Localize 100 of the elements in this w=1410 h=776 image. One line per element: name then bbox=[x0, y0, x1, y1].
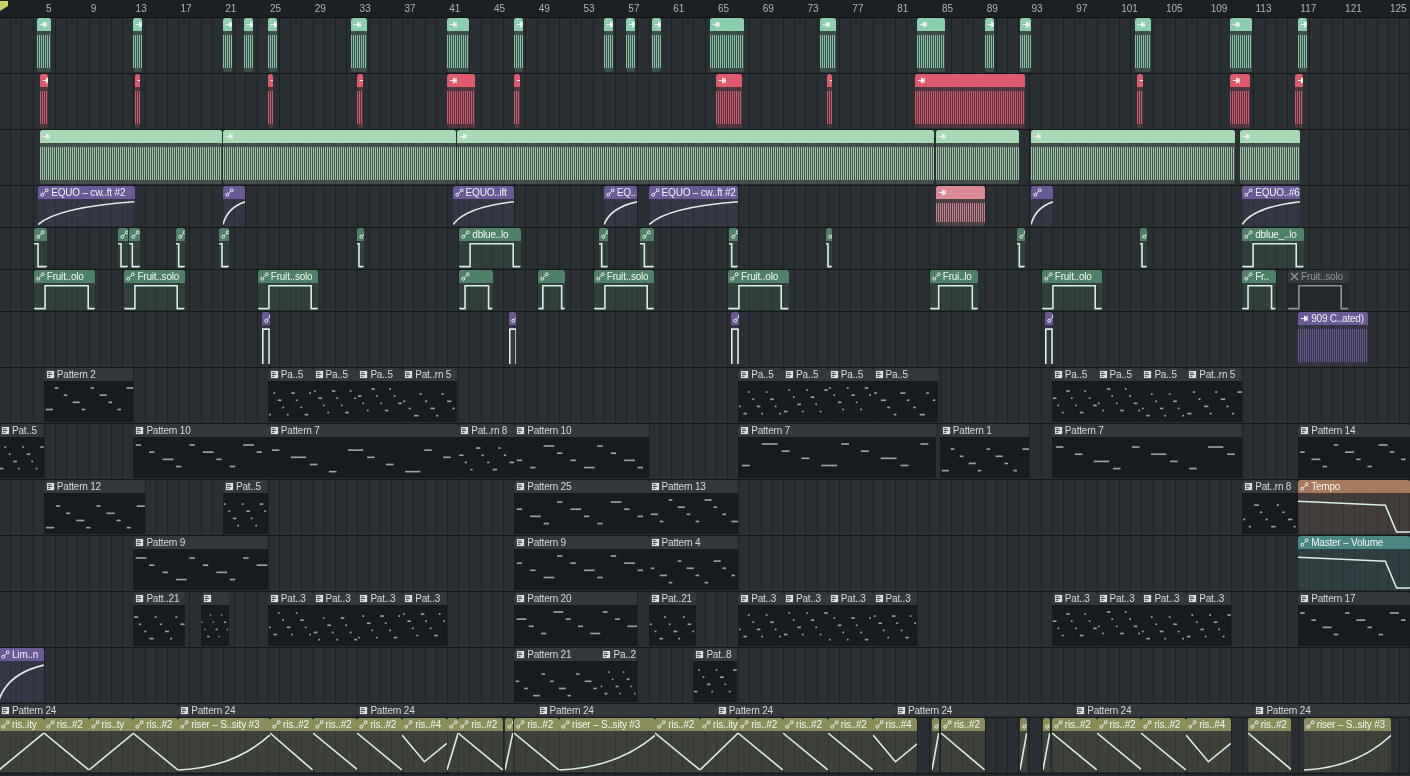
pattern-clip[interactable]: Pattern 25 bbox=[514, 480, 649, 534]
pattern-clip[interactable]: Pattern 4 bbox=[648, 536, 739, 590]
automation-clip[interactable]: Fruit..solo bbox=[593, 270, 655, 310]
pattern-clip[interactable]: Pattern 14 bbox=[1298, 424, 1410, 478]
clip-title: Pattern 9 bbox=[146, 536, 186, 549]
timeline-ruler[interactable]: 5 9 13 17 21 25 29 33 37 41 45 49 53 57 61 65 69 73 77 81 85 89 93 97 101 105 109 113 117 121 125 bbox=[0, 0, 1410, 18]
automation-clip[interactable]: Master – Volume bbox=[1298, 536, 1410, 590]
pattern-clip[interactable]: Pa..5 bbox=[872, 368, 938, 422]
pattern-clip[interactable]: Pat..3 bbox=[402, 592, 447, 646]
pattern-clip[interactable]: Pattern 24 bbox=[1074, 704, 1254, 716]
clip-title: Patt..21 bbox=[146, 592, 180, 605]
clip-title: riser – S..sity #3 bbox=[191, 718, 260, 731]
clip-title: Pa..5 bbox=[1154, 368, 1177, 381]
pattern-clip[interactable]: Pattern 24 bbox=[0, 704, 179, 716]
automation-clip[interactable]: Frui..lo bbox=[929, 270, 978, 310]
automation-clip[interactable]: EQ.. bbox=[603, 186, 638, 226]
clip-title: ris..#2 bbox=[1154, 718, 1181, 731]
pattern-clip[interactable]: Pat..5 bbox=[223, 480, 268, 534]
pattern-clip[interactable]: Pattern 24 bbox=[536, 704, 716, 716]
automation-clip[interactable]: Fr.. bbox=[1242, 270, 1276, 310]
pattern-clip[interactable]: Pat..8 bbox=[693, 648, 738, 702]
bar-number: 5 bbox=[45, 3, 53, 14]
clip-title: Pattern 24 bbox=[1266, 704, 1311, 716]
bar-number: 29 bbox=[313, 3, 327, 14]
automation-clip[interactable]: Fruit..olo bbox=[33, 270, 96, 310]
clip-title: EQUO – cw..ft #2 bbox=[51, 186, 126, 199]
pattern-clip[interactable]: Pattern 17 bbox=[1298, 592, 1410, 646]
pattern-clip[interactable]: Pa..5 bbox=[738, 368, 783, 422]
clip-title: ris..ity bbox=[713, 718, 738, 731]
pattern-clip[interactable]: Pattern 7 bbox=[267, 424, 459, 478]
automation-clip[interactable]: Fruit..solo bbox=[1288, 270, 1349, 310]
pattern-clip[interactable]: Pattern 24 bbox=[715, 704, 895, 716]
pattern-clip[interactable]: Pattern 20 bbox=[514, 592, 638, 646]
pattern-clip[interactable]: Pat..3 bbox=[827, 592, 873, 646]
clip-title: Pat..3 bbox=[751, 592, 777, 605]
pattern-clip[interactable]: Pat..rn 5 bbox=[1186, 368, 1243, 422]
automation-clip[interactable]: Fruit..solo bbox=[257, 270, 319, 310]
pattern-clip[interactable]: Pattern 2 bbox=[43, 368, 134, 422]
pattern-clip[interactable]: Pa..5 bbox=[312, 368, 358, 422]
pattern-clip[interactable]: Pat..3 bbox=[783, 592, 828, 646]
pattern-clip[interactable]: Patt..21 bbox=[133, 592, 185, 646]
clip-title: Fruit..olo bbox=[1054, 270, 1092, 283]
pattern-clip[interactable]: Pat..rn 5 bbox=[402, 368, 458, 422]
automation-clip[interactable]: dblue_..lo bbox=[1242, 228, 1304, 268]
pattern-clip[interactable]: Pat..21 bbox=[648, 592, 696, 646]
automation-clip[interactable]: Tempo bbox=[1298, 480, 1410, 534]
pattern-clip[interactable]: Pa..5 bbox=[1096, 368, 1142, 422]
pattern-clip[interactable]: Pattern 10 bbox=[514, 424, 649, 478]
pattern-clip[interactable]: Pa..5 bbox=[1141, 368, 1187, 422]
pattern-clip[interactable]: Pat..5 bbox=[0, 424, 44, 478]
clip-title: Pat..rn 5 bbox=[1199, 368, 1236, 381]
automation-clip[interactable]: Fruit..olo bbox=[1041, 270, 1103, 310]
clip-title: Pattern 24 bbox=[549, 704, 594, 716]
pattern-clip[interactable]: Pattern 24 bbox=[357, 704, 537, 716]
pattern-clip[interactable]: Pattern 24 bbox=[895, 704, 1075, 716]
clip-title: Pattern 10 bbox=[146, 424, 191, 437]
clip-title: ris..#2 bbox=[953, 718, 980, 731]
pattern-clip[interactable]: Pat..3 bbox=[1051, 592, 1097, 646]
pattern-clip[interactable]: Pat..rn 8 bbox=[458, 424, 515, 478]
pattern-clip[interactable]: Pat..rn 8 bbox=[1242, 480, 1299, 534]
clip-title: Pattern 17 bbox=[1311, 592, 1356, 605]
pattern-clip[interactable]: Pattern 13 bbox=[648, 480, 739, 534]
pattern-clip[interactable]: Pattern 9 bbox=[133, 536, 268, 590]
pattern-clip[interactable]: Pat..3 bbox=[1096, 592, 1142, 646]
pattern-clip[interactable]: Pa..5 bbox=[1051, 368, 1097, 422]
pattern-clip[interactable]: Pattern 9 bbox=[514, 536, 649, 590]
pattern-clip[interactable]: Pa..5 bbox=[783, 368, 828, 422]
audio-clip[interactable]: 909 C..ated) bbox=[1298, 312, 1368, 366]
clip-title: Pattern 21 bbox=[527, 648, 572, 661]
pattern-clip[interactable]: Pat..3 bbox=[267, 592, 313, 646]
pattern-clip[interactable]: Pa..5 bbox=[267, 368, 313, 422]
pattern-clip[interactable]: Pa..5 bbox=[827, 368, 873, 422]
automation-clip[interactable]: Fruit..solo bbox=[124, 270, 185, 310]
pattern-clip[interactable]: Pat..3 bbox=[1186, 592, 1231, 646]
pattern-clip[interactable]: Pat..3 bbox=[357, 592, 403, 646]
pattern-clip[interactable]: Pattern 7 bbox=[738, 424, 937, 478]
pattern-clip[interactable]: Pattern 21 bbox=[514, 648, 601, 702]
clip-title: Pa..5 bbox=[280, 368, 304, 381]
pattern-clip[interactable]: Pat..3 bbox=[1141, 592, 1187, 646]
automation-clip[interactable]: Fruit..olo bbox=[728, 270, 789, 310]
pattern-clip[interactable]: Pattern 24 bbox=[1253, 704, 1410, 716]
pattern-clip[interactable]: Pa..5 bbox=[357, 368, 403, 422]
pattern-clip[interactable]: Pat..3 bbox=[738, 592, 783, 646]
pattern-clip[interactable]: Pattern 10 bbox=[133, 424, 268, 478]
clip-title: Pattern 25 bbox=[527, 480, 572, 493]
pattern-clip[interactable]: Pa..2 bbox=[600, 648, 638, 702]
pattern-clip[interactable]: Pattern 1 bbox=[939, 424, 1030, 478]
pattern-clip[interactable]: Pattern 7 bbox=[1051, 424, 1243, 478]
automation-clip[interactable]: EQUO..ift bbox=[452, 186, 515, 226]
automation-clip[interactable]: EQUO..#6 bbox=[1242, 186, 1301, 226]
pattern-clip[interactable]: Pat..3 bbox=[312, 592, 358, 646]
automation-clip[interactable]: dblue..lo bbox=[459, 228, 521, 268]
automation-clip[interactable]: EQUO – cw..ft #2 bbox=[648, 186, 739, 226]
automation-clip[interactable]: Lim..n bbox=[0, 648, 44, 702]
automation-clip[interactable]: EQUO – cw..ft #2 bbox=[38, 186, 135, 226]
bar-number: 49 bbox=[537, 3, 551, 14]
clip-title: Pattern 24 bbox=[908, 704, 953, 716]
pattern-clip[interactable]: Pattern 12 bbox=[43, 480, 145, 534]
pattern-clip[interactable]: Pat..3 bbox=[872, 592, 918, 646]
pattern-clip[interactable]: Pattern 24 bbox=[178, 704, 358, 716]
